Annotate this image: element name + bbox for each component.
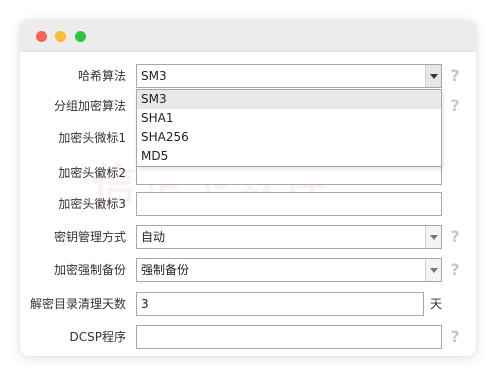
block-cipher-label: 分组加密算法 [53,99,126,113]
header-mark1-label: 加密头微标1 [58,131,126,145]
minimize-button[interactable] [55,31,66,42]
help-icon[interactable]: ? [448,261,462,279]
dropdown-option-sha256[interactable]: SHA256 [137,128,441,147]
row-key-mgmt: 密钥管理方式 自动 ? [20,225,476,249]
header-mark3-input[interactable] [136,192,442,216]
hash-algo-dropdown: SM3 SHA1 SHA256 MD5 [136,89,442,167]
row-header-mark3: 加密头徽标3 [20,192,476,216]
force-backup-select[interactable]: 强制备份 [136,258,442,282]
dcsp-input[interactable] [136,325,442,349]
force-backup-value: 强制备份 [141,263,190,277]
help-icon[interactable]: ? [448,228,462,246]
dropdown-option-md5[interactable]: MD5 [137,147,441,166]
hash-algo-select[interactable]: SM3 [136,64,442,88]
force-backup-label: 加密强制备份 [53,263,126,277]
help-icon[interactable]: ? [448,328,462,346]
close-button[interactable] [36,31,47,42]
help-icon[interactable]: ? [448,67,462,85]
hash-algo-label: 哈希算法 [77,69,126,83]
chevron-down-icon[interactable] [425,65,441,87]
row-cleanup-days: 解密目录清理天数 3 天 [20,292,476,316]
cleanup-days-input[interactable]: 3 [136,292,424,316]
cleanup-days-label: 解密目录清理天数 [29,297,126,311]
key-mgmt-select[interactable]: 自动 [136,225,442,249]
dropdown-option-sha1[interactable]: SHA1 [137,109,441,128]
dropdown-option-sm3[interactable]: SM3 [137,90,441,109]
hash-algo-value: SM3 [141,69,167,83]
key-mgmt-value: 自动 [141,230,166,244]
cleanup-days-unit: 天 [430,297,443,311]
header-mark3-label: 加密头徽标3 [58,197,126,211]
title-bar [20,20,476,52]
zoom-button[interactable] [75,31,86,42]
chevron-down-icon[interactable] [425,259,441,281]
chevron-down-icon[interactable] [425,226,441,248]
row-dcsp: DCSP程序 ? [20,325,476,349]
help-icon[interactable]: ? [448,97,462,115]
header-mark2-label: 加密头徽标2 [58,166,126,180]
row-hash-algo: 哈希算法 SM3 ? [20,64,476,88]
row-force-backup: 加密强制备份 强制备份 ? [20,258,476,282]
settings-window: 信企卫软件 哈希算法 SM3 ? 分组加密算法 ? 加密头微标1 加密头徽标2 … [20,20,476,356]
dcsp-label: DCSP程序 [69,330,126,344]
key-mgmt-label: 密钥管理方式 [53,230,126,244]
